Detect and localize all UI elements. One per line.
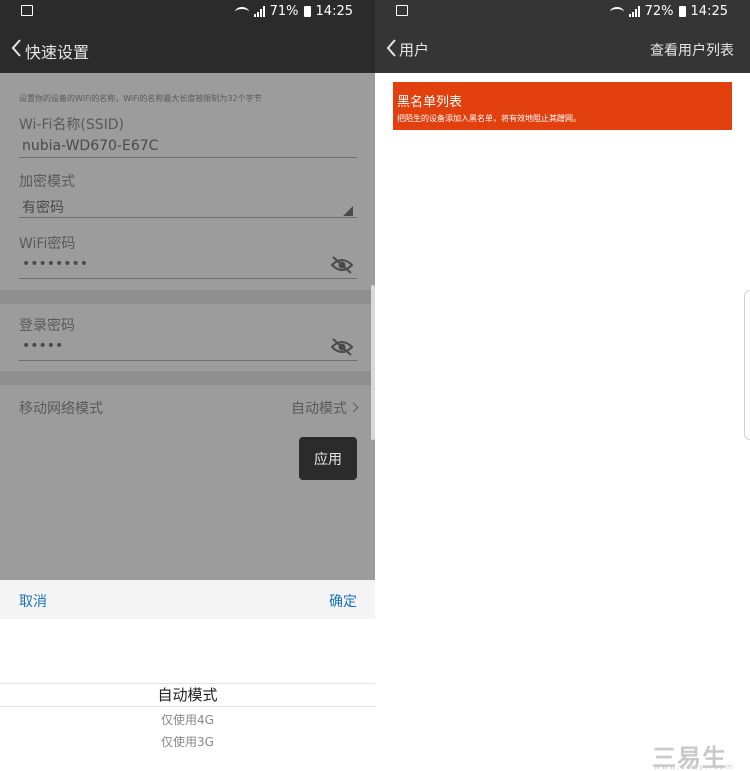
wifi-password-label: WiFi密码 [19,236,76,252]
encryption-select[interactable]: 有密码 [22,197,64,217]
login-password-underline [19,360,357,361]
picker-option[interactable]: 仅使用4G [0,711,375,728]
battery-icon [678,6,686,17]
page-title: 快速设置 [25,43,90,62]
clock: 14:25 [690,4,728,19]
wifi-icon [234,6,249,17]
eye-off-icon[interactable] [330,255,354,275]
dropdown-triangle-icon[interactable] [343,206,353,216]
picker-divider [0,706,375,707]
login-password-input[interactable]: ••••• [22,338,63,354]
encryption-label: 加密模式 [19,174,75,190]
clock: 14:25 [315,4,353,19]
battery-percent: 71% [269,4,299,19]
section-separator [0,371,375,385]
wifi-icon [609,6,624,17]
picker-toolbar: 取消 确定 [0,580,375,619]
cancel-button[interactable]: 取消 [19,591,47,611]
confirm-button[interactable]: 确定 [329,591,357,611]
eye-off-icon[interactable] [330,337,354,357]
page-title: 用户 [399,41,430,59]
network-mode-label: 移动网络模式 [19,401,103,417]
picker-selected-option[interactable]: 自动模式 [0,684,375,705]
blacklist-description: 把陌生的设备添加入黑名单，将有效地阻止其蹭网。 [397,114,581,123]
login-password-label: 登录密码 [19,318,75,334]
back-icon[interactable] [385,38,399,58]
encryption-underline [19,217,357,218]
gallery-icon [21,5,33,16]
wifi-password-underline [19,278,357,279]
ssid-hint: 设置你的设备的WiFi的名称，WiFi的名称最大长度被限制为32个字节 [19,94,262,103]
back-icon[interactable] [10,38,24,58]
ssid-input[interactable]: nubia-WD670-E67C [22,138,158,154]
app-bar: 用户 查看用户列表 [375,24,750,73]
gallery-icon [396,5,408,16]
battery-icon [303,6,311,17]
network-mode-row[interactable]: 自动模式 [291,398,359,418]
apply-button[interactable]: 应用 [299,437,357,480]
battery-percent: 72% [644,4,674,19]
network-mode-value: 自动模式 [291,401,347,417]
signal-icon [253,6,265,17]
users-screen: 72% 14:25 用户 查看用户列表 黑名单列表 把陌生的设备添加入黑名单，将… [375,0,750,771]
chevron-right-icon [348,402,359,413]
section-separator [0,290,375,304]
ssid-label: Wi-Fi名称(SSID) [19,117,125,133]
view-user-list-button[interactable]: 查看用户列表 [650,40,734,60]
ssid-underline [19,157,357,158]
signal-icon [628,6,640,17]
edge-panel-handle[interactable] [744,290,750,440]
wifi-password-input[interactable]: •••••••• [22,256,88,272]
quick-settings-screen: 71% 14:25 快速设置 设置你的设备的WiFi的名称，WiFi的名称最大长… [0,0,375,771]
blacklist-title: 黑名单列表 [397,95,463,110]
app-bar: 快速设置 [0,24,375,73]
status-bar: 72% 14:25 [375,0,750,24]
blacklist-card[interactable]: 黑名单列表 把陌生的设备添加入黑名单，将有效地阻止其蹭网。 [393,82,732,130]
picker-option[interactable]: 仅使用3G [0,733,375,750]
watermark-url: www.sanyi.com [654,763,735,771]
status-bar: 71% 14:25 [0,0,375,24]
